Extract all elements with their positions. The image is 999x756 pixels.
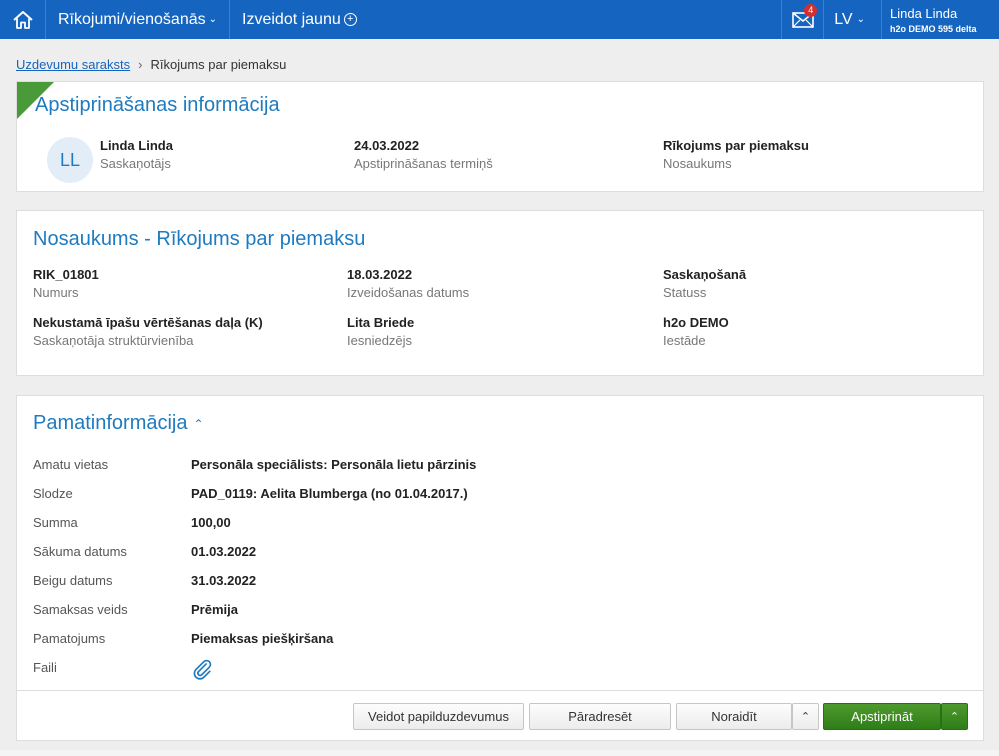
approver-role: Saskaņotājs (100, 156, 171, 171)
document-name-value: Rīkojums par piemaksu (663, 138, 809, 153)
deadline-label: Apstiprināšanas termiņš (354, 156, 493, 171)
approve-options-button[interactable]: ⌃ (941, 703, 968, 730)
page-bottom-strip (0, 750, 999, 756)
document-name-field: Rīkojums par piemaksu Nosaukums (663, 138, 809, 172)
info-row: Summa 100,00 (33, 515, 231, 530)
create-subtask-button[interactable]: Veidot papilduzdevumus (353, 703, 524, 730)
structural-unit-value: Nekustamā īpašu vērtēšanas daļa (K) (33, 315, 263, 330)
user-organization: h2o DEMO 595 delta (890, 24, 977, 34)
language-selector[interactable]: LV ⌄ (823, 0, 881, 39)
row-value: 31.03.2022 (191, 573, 257, 588)
info-row: Slodze PAD_0119: Aelita Blumberga (no 01… (33, 486, 468, 501)
language-label: LV (834, 10, 853, 28)
action-bar: Veidot papilduzdevumus Pāradresēt Noraid… (17, 690, 983, 740)
approval-info-title: Apstiprināšanas informācija (35, 94, 280, 116)
deadline-field: 24.03.2022 Apstiprināšanas termiņš (354, 138, 493, 172)
top-navigation-bar: Rīkojumi/vienošanās ⌄ Izveidot jaunu + 4… (0, 0, 999, 39)
info-row: Pamatojums Piemaksas piešķiršana (33, 631, 333, 646)
chevron-up-icon: ⌃ (949, 711, 960, 723)
row-label: Sākuma datums (33, 544, 127, 559)
home-icon (12, 10, 33, 29)
structural-unit-label: Saskaņotāja struktūrvienība (33, 333, 194, 348)
row-value: Personāla speciālists: Personāla lietu p… (191, 457, 477, 472)
structural-unit-field: Nekustamā īpašu vērtēšanas daļa (K) Sask… (33, 315, 263, 349)
home-button[interactable] (0, 0, 46, 39)
institution-value: h2o DEMO (663, 315, 729, 330)
breadcrumb-task-list-link[interactable]: Uzdevumu saraksts (16, 57, 130, 72)
row-label: Pamatojums (33, 631, 106, 646)
number-label: Numurs (33, 285, 79, 300)
breadcrumb-separator-icon: › (138, 57, 143, 72)
chevron-down-icon: ⌄ (856, 14, 865, 25)
approver-name: Linda Linda (100, 138, 173, 153)
menu-orders-dropdown[interactable]: Rīkojumi/vienošanās ⌄ (46, 0, 231, 39)
row-label: Summa (33, 515, 78, 530)
institution-field: h2o DEMO Iestāde (663, 315, 729, 349)
row-value: Piemaksas piešķiršana (191, 631, 334, 646)
breadcrumb: Uzdevumu saraksts › Rīkojums par piemaks… (16, 57, 286, 72)
submitter-value: Lita Briede (347, 315, 415, 330)
redirect-button[interactable]: Pāradresēt (529, 703, 671, 730)
approval-info-card: Apstiprināšanas informācija LL Linda Lin… (16, 81, 984, 192)
row-value: PAD_0119: Aelita Blumberga (no 01.04.201… (191, 486, 468, 501)
plus-circle-icon: + (343, 13, 357, 26)
paperclip-icon[interactable] (191, 658, 213, 680)
row-label: Beigu datums (33, 573, 113, 588)
info-row: Sākuma datums 01.03.2022 (33, 544, 256, 559)
submitter-field: Lita Briede Iesniedzējs (347, 315, 414, 349)
created-date-label: Izveidošanas datums (347, 285, 470, 300)
document-info-card: Nosaukums - Rīkojums par piemaksu RIK_01… (16, 210, 984, 376)
info-row: Samaksas veids Prēmija (33, 602, 238, 617)
unread-count-badge: 4 (804, 4, 818, 17)
number-value: RIK_01801 (33, 267, 99, 282)
info-row: Faili (33, 660, 191, 675)
info-row: Beigu datums 31.03.2022 (33, 573, 256, 588)
create-new-label: Izveidot jaunu (242, 10, 341, 28)
menu-orders-label: Rīkojumi/vienošanās (58, 10, 206, 28)
created-date-field: 18.03.2022 Izveidošanas datums (347, 267, 469, 301)
row-value: 01.03.2022 (191, 544, 257, 559)
approve-button[interactable]: Apstiprināt (823, 703, 941, 730)
document-title: Nosaukums - Rīkojums par piemaksu (33, 228, 366, 250)
approver-field: Linda Linda Saskaņotājs (100, 138, 173, 172)
row-value: Prēmija (191, 602, 238, 617)
number-field: RIK_01801 Numurs (33, 267, 99, 301)
breadcrumb-current: Rīkojums par piemaksu (150, 57, 287, 72)
row-label: Faili (33, 660, 57, 675)
create-new-button[interactable]: Izveidot jaunu + (230, 0, 369, 39)
row-label: Slodze (33, 486, 73, 501)
info-row: Amatu vietas Personāla speciālists: Pers… (33, 457, 476, 472)
row-label: Amatu vietas (33, 457, 109, 472)
submitter-label: Iesniedzējs (347, 333, 413, 348)
user-menu[interactable]: Linda Linda h2o DEMO 595 delta (881, 0, 999, 39)
chevron-down-icon: ⌄ (208, 14, 218, 25)
chevron-up-icon: ⌃ (800, 711, 811, 723)
user-name: Linda Linda (890, 6, 958, 21)
avatar: LL (47, 137, 93, 183)
created-date-value: 18.03.2022 (347, 267, 413, 282)
chevron-up-icon: ⌃ (193, 416, 204, 431)
status-field: Saskaņošanā Statuss (663, 267, 746, 301)
institution-label: Iestāde (663, 333, 706, 348)
basic-info-card: Pamatinformācija ⌃ Amatu vietas Personāl… (16, 395, 984, 741)
status-value: Saskaņošanā (663, 267, 747, 282)
reject-button[interactable]: Noraidīt (676, 703, 792, 730)
reject-options-button[interactable]: ⌃ (792, 703, 819, 730)
row-value: 100,00 (191, 515, 231, 530)
basic-info-title: Pamatinformācija (33, 412, 188, 434)
deadline-value: 24.03.2022 (354, 138, 420, 153)
status-label: Statuss (663, 285, 707, 300)
messages-button[interactable]: 4 (781, 0, 823, 39)
row-label: Samaksas veids (33, 602, 128, 617)
document-name-label: Nosaukums (663, 156, 732, 171)
basic-info-toggle[interactable]: Pamatinformācija ⌃ (33, 412, 204, 435)
